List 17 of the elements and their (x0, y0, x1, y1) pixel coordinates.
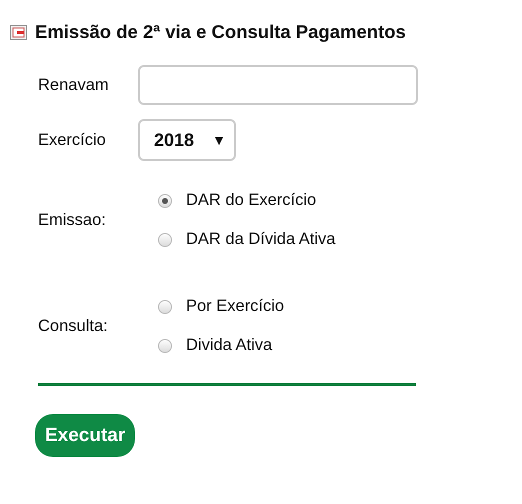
field-label: Exercício (38, 130, 107, 150)
radio-button[interactable] (158, 300, 172, 314)
radio-label[interactable]: Por Exercício (186, 297, 284, 316)
radio-label[interactable]: DAR do Exercício (186, 191, 316, 210)
year-dropdown[interactable]: 2018 ▼ (138, 119, 236, 161)
radio-button[interactable] (158, 232, 172, 246)
form-icon (10, 24, 27, 40)
group-label: Consulta: (38, 316, 109, 336)
page-title: Emissão de 2ª via e Consulta Pagamentos (35, 21, 406, 43)
input-field[interactable] (138, 65, 418, 105)
execute-button[interactable]: Executar (35, 414, 136, 457)
radio-label[interactable]: Divida Ativa (186, 336, 272, 355)
radio-button[interactable] (158, 194, 172, 208)
field-label: Renavam (38, 76, 110, 94)
radio-label[interactable]: DAR da Dívida Ativa (186, 230, 336, 249)
radio-button[interactable] (158, 338, 172, 352)
group-label: Emissao: (38, 210, 107, 230)
